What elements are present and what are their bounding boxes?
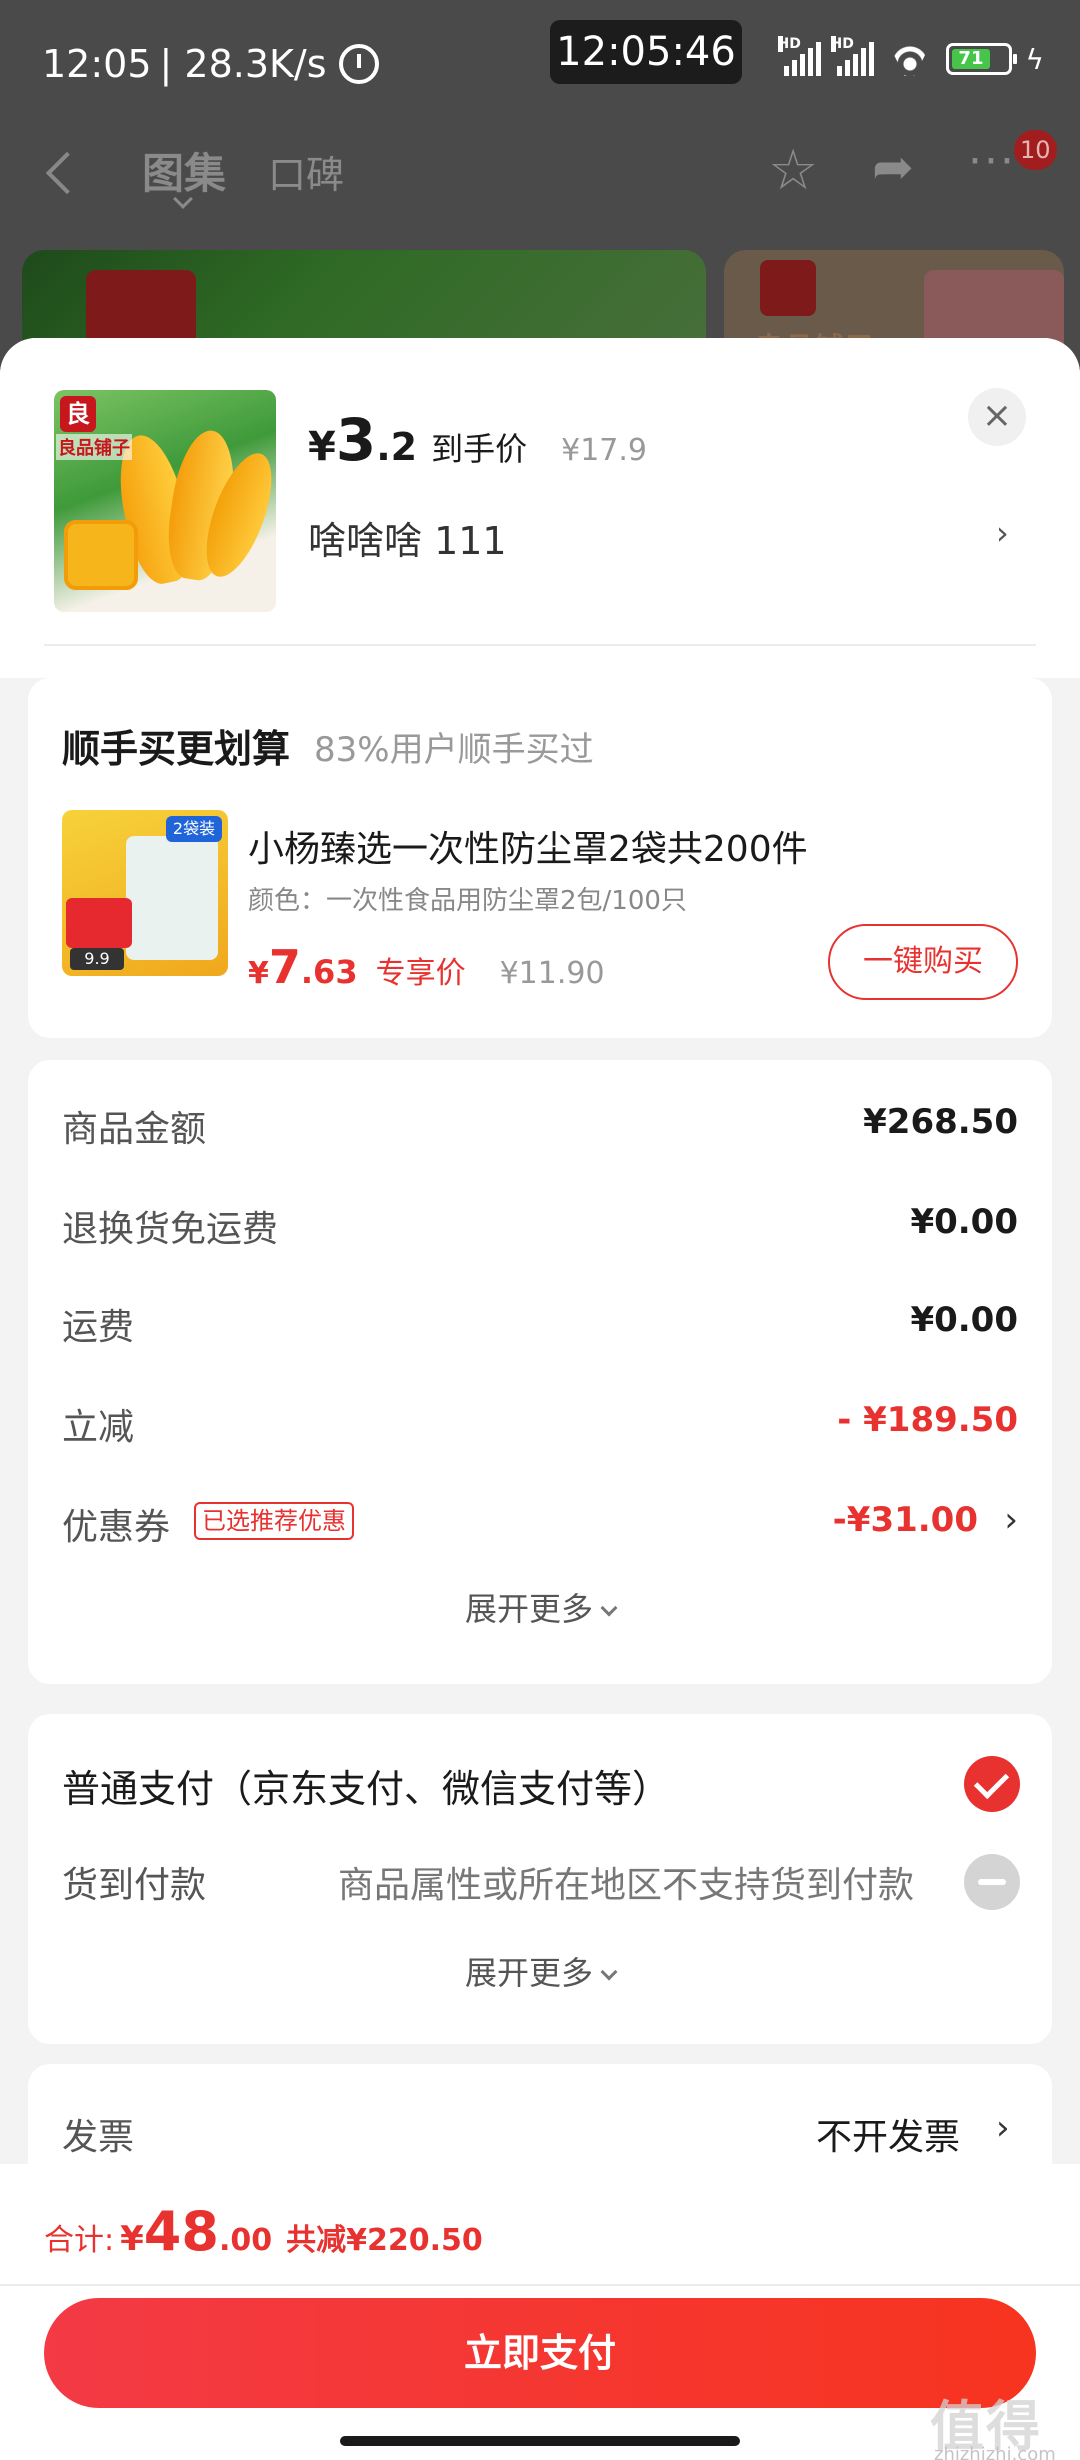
payment-option-cod: 货到付款 bbox=[62, 1865, 207, 1906]
signal-icon-2: HD bbox=[830, 36, 874, 76]
price-integer: 7 bbox=[268, 940, 301, 994]
disabled-icon bbox=[964, 1854, 1020, 1910]
star-icon[interactable]: ☆ bbox=[768, 138, 818, 203]
row-value: ¥268.50 bbox=[863, 1102, 1018, 1142]
summary-row-instant-discount: 立减 - ¥189.50 bbox=[62, 1392, 1018, 1452]
total-symbol: ¥ bbox=[120, 2219, 144, 2259]
alarm-icon bbox=[338, 44, 379, 84]
price-integer: 3 bbox=[335, 406, 377, 474]
chevron-down-icon bbox=[600, 1963, 618, 1981]
price-label: 专享价 bbox=[375, 956, 466, 991]
row-label: 商品金额 bbox=[62, 1109, 207, 1150]
chevron-down-icon bbox=[600, 1599, 618, 1617]
upsell-product-name[interactable]: 小杨臻选一次性防尘罩2袋共200件 bbox=[248, 820, 808, 872]
sheet-header: 良 良品铺子 ¥ 3 .2 到手价 ¥17.9 × 啥啥啥 111 › bbox=[0, 338, 1080, 678]
cod-note: 商品属性或所在地区不支持货到付款 bbox=[338, 1865, 915, 1906]
invoice-label: 发票 bbox=[62, 2117, 135, 2158]
battery-level: 71 bbox=[951, 49, 991, 69]
original-price: ¥17.9 bbox=[561, 433, 647, 468]
checkout-sheet: 良 良品铺子 ¥ 3 .2 到手价 ¥17.9 × 啥啥啥 111 › 顺手买更… bbox=[0, 338, 1080, 2460]
expand-label: 展开更多 bbox=[464, 1590, 593, 1628]
price-label: 到手价 bbox=[431, 430, 528, 468]
chevron-right-icon[interactable]: › bbox=[996, 514, 1009, 552]
divider bbox=[0, 2284, 1080, 2286]
row-value: ¥0.00 bbox=[910, 1300, 1018, 1340]
total-label: 合计: bbox=[44, 2223, 115, 2258]
original-price: ¥11.90 bbox=[499, 956, 605, 991]
total-decimal: .00 bbox=[218, 2223, 273, 2258]
home-indicator[interactable] bbox=[340, 2436, 740, 2446]
back-icon[interactable] bbox=[45, 151, 89, 195]
top-nav: 图集 口碑 ☆ ➦ ··· 10 bbox=[0, 130, 1080, 230]
brand-name: 良品铺子 bbox=[56, 434, 132, 460]
order-summary-card-footer: 优惠券 已选推荐优惠 -¥31.00 › 展开更多 bbox=[28, 1484, 1052, 1684]
check-icon[interactable] bbox=[964, 1756, 1020, 1812]
upsell-title: 顺手买更划算 bbox=[62, 727, 291, 771]
row-label: 立减 bbox=[62, 1407, 135, 1448]
row-value: - ¥189.50 bbox=[837, 1400, 1018, 1440]
row-label: 退换货免运费 bbox=[62, 1209, 279, 1250]
invoice-value: 不开发票 bbox=[816, 2117, 961, 2158]
expand-more-button[interactable]: 展开更多 bbox=[28, 1948, 1052, 1994]
order-summary-card: 商品金额 ¥268.50 退换货免运费 ¥0.00 运费 ¥0.00 立减 - … bbox=[28, 1060, 1052, 1520]
product-image[interactable]: 良 良品铺子 bbox=[54, 390, 276, 612]
divider bbox=[44, 644, 1036, 646]
signal-icon: HD bbox=[777, 36, 821, 76]
status-left: 12:05 | 28.3K/s bbox=[42, 42, 379, 86]
row-value: -¥31.00 bbox=[832, 1500, 978, 1540]
checkout-footer: 合计: ¥ 48 .00 共减¥220.50 立即支付 值得值 zhizhizh… bbox=[0, 2164, 1080, 2460]
image-price: 9.9 bbox=[70, 948, 124, 970]
payment-method-card: 普通支付（京东支付、微信支付等） 货到付款 商品属性或所在地区不支持货到付款 展… bbox=[28, 1714, 1052, 2044]
variant-selector[interactable]: 啥啥啥 111 bbox=[308, 510, 507, 565]
tab-reviews[interactable]: 口碑 bbox=[268, 144, 344, 199]
total-integer: 48 bbox=[143, 2200, 219, 2263]
status-bar: 12:05 | 28.3K/s 12:05:46 HD HD 71 ϟ bbox=[0, 0, 1080, 130]
summary-row-shipping: 运费 ¥0.00 bbox=[62, 1292, 1018, 1352]
chevron-right-icon[interactable]: › bbox=[1004, 1500, 1018, 1540]
brand-logo-icon: 良 bbox=[60, 396, 96, 432]
watermark-url: zhizhizhi.com bbox=[934, 2444, 1056, 2460]
status-time: 12:05 bbox=[42, 42, 152, 86]
clock-overlay: 12:05:46 bbox=[550, 20, 742, 84]
payment-option-normal[interactable]: 普通支付（京东支付、微信支付等） bbox=[62, 1758, 670, 1813]
more-icon[interactable]: ··· bbox=[968, 136, 1016, 187]
total-summary: 合计: ¥ 48 .00 共减¥220.50 bbox=[44, 2200, 483, 2263]
summary-row-return-shipping: 退换货免运费 ¥0.00 bbox=[62, 1194, 1018, 1254]
summary-row-goods-amount: 商品金额 ¥268.50 bbox=[62, 1094, 1018, 1154]
status-right: HD HD 71 ϟ bbox=[777, 36, 1044, 76]
close-icon[interactable]: × bbox=[968, 388, 1026, 446]
price-symbol: ¥ bbox=[308, 424, 336, 470]
one-click-buy-button[interactable]: 一键购买 bbox=[828, 924, 1018, 1000]
pay-now-button[interactable]: 立即支付 bbox=[44, 2298, 1036, 2408]
expand-label: 展开更多 bbox=[464, 1954, 593, 1992]
summary-row-coupon[interactable]: 优惠券 已选推荐优惠 -¥31.00 › bbox=[62, 1492, 1018, 1552]
coupon-tag: 已选推荐优惠 bbox=[194, 1502, 354, 1540]
upsell-card: 顺手买更划算 83%用户顺手买过 2袋装 9.9 小杨臻选一次性防尘罩2袋共20… bbox=[28, 678, 1052, 1038]
share-icon[interactable]: ➦ bbox=[872, 138, 914, 196]
brand-logo-icon bbox=[760, 260, 816, 316]
battery-icon: 71 bbox=[945, 43, 1017, 75]
product-price: ¥ 3 .2 到手价 ¥17.9 bbox=[308, 406, 647, 474]
row-label: 运费 bbox=[62, 1307, 135, 1348]
total-saved: 共减¥220.50 bbox=[286, 2223, 483, 2258]
package-image bbox=[126, 836, 218, 960]
charging-icon: ϟ bbox=[1025, 42, 1044, 76]
upsell-product-image[interactable]: 2袋装 9.9 bbox=[62, 810, 228, 976]
row-value: ¥0.00 bbox=[910, 1202, 1018, 1242]
chevron-right-icon[interactable]: › bbox=[996, 2108, 1010, 2148]
wifi-icon bbox=[888, 42, 932, 76]
price-decimal: .2 bbox=[376, 425, 418, 469]
image-tag: 2袋装 bbox=[166, 816, 222, 842]
image-label bbox=[66, 898, 132, 948]
upsell-subtitle: 83%用户顺手买过 bbox=[314, 730, 594, 770]
mango-cube bbox=[64, 520, 138, 590]
price-decimal: .63 bbox=[300, 953, 358, 991]
upsell-price: ¥ 7 .63 专享价 ¥11.90 bbox=[248, 940, 605, 994]
network-speed: | 28.3K/s bbox=[159, 42, 327, 86]
expand-more-button[interactable]: 展开更多 bbox=[28, 1584, 1052, 1630]
row-label: 优惠券 bbox=[62, 1507, 171, 1548]
notification-badge: 10 bbox=[1014, 130, 1057, 170]
upsell-product-spec: 颜色：一次性食品用防尘罩2包/100只 bbox=[248, 886, 687, 916]
price-symbol: ¥ bbox=[248, 956, 269, 991]
